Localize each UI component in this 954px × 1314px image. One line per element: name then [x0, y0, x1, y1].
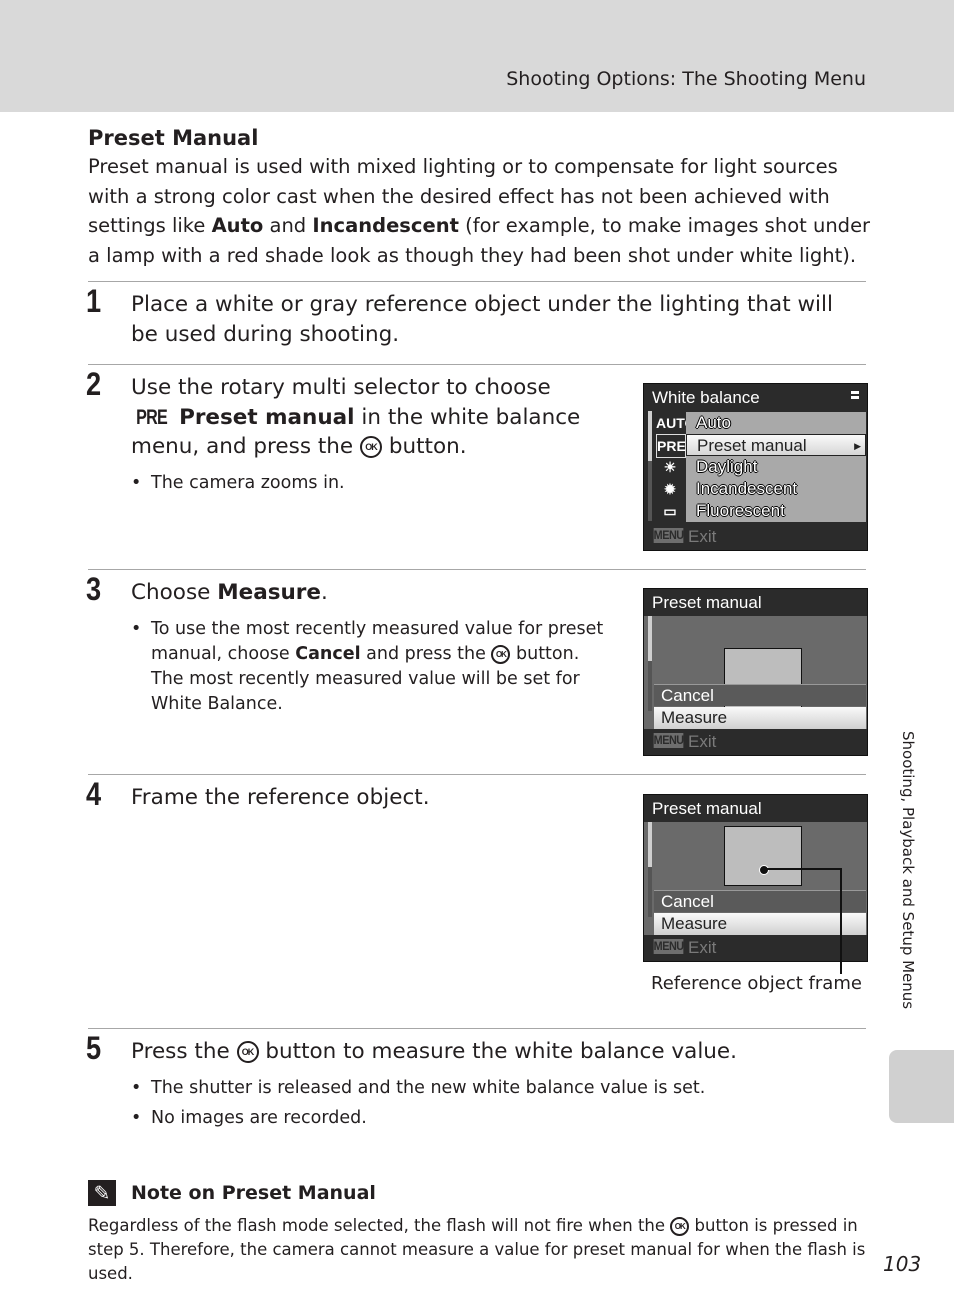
step-number: 1: [86, 283, 102, 319]
divider: [88, 569, 866, 570]
section-title: Preset Manual: [88, 126, 259, 150]
callout-line: [766, 868, 842, 870]
menu-item-incandescent[interactable]: Incandescent: [686, 478, 866, 500]
scrollbar[interactable]: [648, 822, 652, 917]
exit-label: Exit: [688, 732, 717, 751]
step-text-part: Use the rotary multi selector to choose: [131, 375, 551, 400]
callout-label: Reference object frame: [651, 973, 862, 994]
intro-text: and: [263, 214, 313, 237]
step-text-part: .: [321, 580, 328, 605]
ok-button-icon: OK: [670, 1217, 690, 1236]
screen-title: Preset manual: [652, 593, 762, 612]
bullet-item: No images are recorded.: [131, 1106, 367, 1131]
daylight-icon: ☀: [663, 459, 677, 475]
step-text-part: button.: [381, 434, 467, 459]
screen-title: White balance: [652, 388, 760, 407]
menu-item-preset-manual[interactable]: Preset manual ▶: [686, 434, 866, 456]
bullet-item: The camera zooms in.: [131, 471, 345, 496]
menu-item-label: Preset manual: [697, 436, 807, 455]
step-bold: Measure: [217, 580, 321, 605]
arrow-right-icon: ▶: [854, 441, 861, 451]
page-number: 103: [883, 1252, 922, 1276]
exit-label: Exit: [688, 938, 717, 957]
step-4-text: Frame the reference object.: [131, 785, 430, 810]
step-bold: Preset manual: [179, 404, 355, 430]
auto-wb-icon: AUTO: [656, 415, 696, 431]
note-text: Regardless of the flash mode selected, t…: [88, 1216, 671, 1235]
preset-manual-frame-screen: Preset manual Cancel Measure MENU Exit: [643, 794, 868, 962]
ok-button-icon: OK: [359, 436, 382, 458]
exit-label: Exit: [688, 527, 717, 546]
bullet-item: To use the most recently measured value …: [131, 617, 611, 717]
divider: [88, 1028, 866, 1029]
preset-manual-icon: PRE: [656, 434, 686, 458]
divider: [88, 364, 866, 365]
step-2-text: Use the rotary multi selector to choose P…: [131, 373, 631, 462]
note-body: Regardless of the flash mode selected, t…: [88, 1214, 878, 1286]
bullet-text: and press the: [360, 644, 492, 664]
screen-footer: MENU Exit: [644, 524, 867, 550]
bullet-item: The shutter is released and the new whit…: [131, 1076, 705, 1101]
fluorescent-icon: ▭: [663, 503, 677, 519]
side-tab-label: Shooting, Playback and Setup Menus: [899, 731, 917, 1010]
menu-item-daylight[interactable]: Daylight: [686, 456, 866, 478]
header-band: [0, 0, 954, 112]
screen-title: Preset manual: [652, 799, 762, 818]
menu-indicator-icon: [851, 391, 859, 399]
step-text-part: Press the: [131, 1039, 237, 1064]
intro-bold-auto: Auto: [211, 214, 264, 237]
screen-footer: MENU Exit: [644, 935, 867, 961]
bullet-bold: Cancel: [295, 644, 361, 664]
side-tab[interactable]: [889, 1050, 954, 1123]
menu-item-measure[interactable]: Measure: [654, 707, 866, 729]
reference-object-frame: [724, 826, 802, 886]
menu-item-cancel[interactable]: Cancel: [654, 890, 866, 912]
menu-button-icon: MENU: [653, 733, 684, 748]
step-3-text: Choose Measure.: [131, 578, 328, 608]
step-1-text: Place a white or gray reference object u…: [131, 292, 833, 347]
divider: [88, 774, 866, 775]
step-number: 5: [86, 1030, 102, 1066]
scrollbar[interactable]: [648, 411, 652, 521]
step-number: 4: [86, 776, 102, 812]
white-balance-screen: White balance AUTO Auto PRE Preset manua…: [643, 383, 868, 551]
step-text-part: Choose: [131, 580, 218, 605]
intro-paragraph: Preset manual is used with mixed lightin…: [88, 152, 878, 270]
step-number: 3: [86, 571, 102, 607]
menu-item-cancel[interactable]: Cancel: [654, 684, 866, 706]
scrollbar[interactable]: [648, 616, 652, 711]
menu-button-icon: MENU: [653, 939, 684, 954]
ok-button-icon: OK: [236, 1041, 259, 1063]
incandescent-icon: ✹: [664, 481, 676, 497]
menu-button-icon: MENU: [653, 528, 684, 543]
step-number: 2: [86, 366, 102, 402]
screen-footer: MENU Exit: [644, 729, 867, 755]
intro-bold-incandescent: Incandescent: [312, 214, 459, 237]
callout-dot: [759, 865, 769, 875]
step-text-part: button to measure the white balance valu…: [258, 1039, 737, 1064]
preset-manual-icon: PRE: [136, 404, 168, 429]
step-5-text: Press the OK button to measure the white…: [131, 1037, 737, 1067]
note-title: Note on Preset Manual: [131, 1182, 376, 1204]
preset-manual-screen: Preset manual Cancel Measure MENU Exit: [643, 588, 868, 756]
menu-item-auto[interactable]: Auto: [686, 412, 866, 434]
menu-item-measure[interactable]: Measure: [654, 913, 866, 935]
paperclip-icon: ✎: [88, 1180, 116, 1206]
ok-button-icon: OK: [491, 644, 511, 664]
callout-line: [840, 868, 842, 974]
running-header: Shooting Options: The Shooting Menu: [506, 68, 866, 90]
menu-item-fluorescent[interactable]: Fluorescent: [686, 500, 866, 522]
divider: [88, 281, 866, 282]
